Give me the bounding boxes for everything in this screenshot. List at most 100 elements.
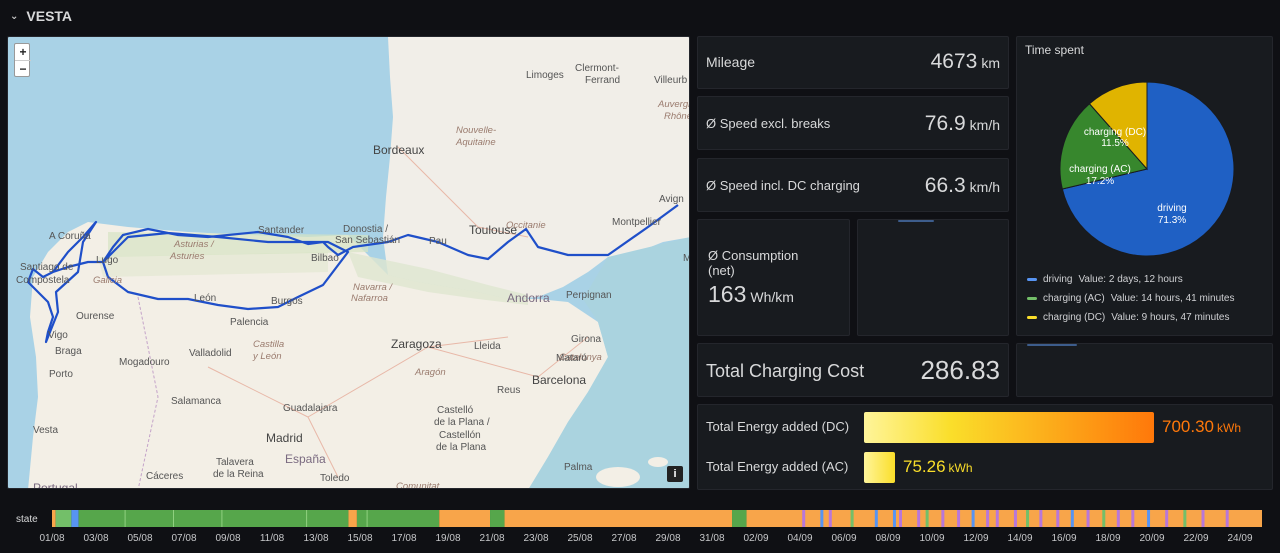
map-label: M — [683, 253, 689, 264]
timeline-segment[interactable] — [802, 510, 806, 527]
timeline-segment[interactable] — [899, 510, 902, 527]
timeline-tick: 21/08 — [479, 533, 505, 544]
island-mallorca — [596, 467, 640, 487]
consumption-panel[interactable]: Ø Consumption (net) 163 Wh/km — [697, 219, 850, 336]
timeline-tick: 06/09 — [831, 533, 857, 544]
time-spent-panel[interactable]: Time spent driving 71.3% charging (AC) 17.2… — [1016, 36, 1273, 336]
legend-item[interactable]: charging (DC) Value: 9 hours, 47 minutes — [1027, 312, 1229, 323]
map-label: Asturies — [170, 251, 205, 262]
zoom-in-button[interactable]: + — [15, 44, 31, 60]
info-icon[interactable]: i — [667, 466, 683, 482]
timeline-segment[interactable] — [439, 510, 491, 527]
timeline-segment[interactable] — [504, 510, 733, 527]
timeline-tick: 24/09 — [1227, 533, 1253, 544]
timeline-tick: 08/09 — [875, 533, 901, 544]
timeline-tick: 05/08 — [127, 533, 153, 544]
speed-excl-value: 76.9 km/h — [924, 112, 1000, 135]
timeline-segment[interactable] — [986, 510, 990, 527]
map-label: Limoges — [526, 70, 564, 81]
timeline-segment[interactable] — [874, 510, 878, 527]
legend-name: charging (AC) — [1043, 293, 1105, 304]
timeline-segment[interactable] — [366, 510, 368, 527]
timeline-segment[interactable] — [1102, 510, 1106, 527]
map-label: Auvergne- — [658, 99, 689, 110]
timeline-tick: 15/08 — [347, 533, 373, 544]
map-label: Braga — [55, 346, 82, 357]
zoom-control[interactable]: + − — [14, 43, 31, 77]
legend-swatch — [1027, 278, 1037, 281]
row-title: VESTA — [26, 8, 73, 24]
timeline-segment[interactable] — [490, 510, 505, 527]
timeline-segment[interactable] — [925, 510, 929, 527]
mileage-panel[interactable]: Mileage 4673 km — [697, 36, 1009, 89]
timeline-segment[interactable] — [1225, 510, 1229, 527]
timeline-tick: 20/09 — [1139, 533, 1165, 544]
map-label: Nafarroa — [351, 293, 388, 304]
timeline-segment[interactable] — [1147, 510, 1151, 527]
timeline-segment[interactable] — [892, 510, 896, 527]
timeline-segment[interactable] — [1086, 510, 1090, 527]
timeline-segment[interactable] — [850, 510, 854, 527]
timeline-segment[interactable] — [306, 510, 308, 527]
timeline-segment[interactable] — [917, 510, 921, 527]
timeline-segment[interactable] — [1165, 510, 1169, 527]
timeline-segment[interactable] — [828, 510, 832, 527]
speed-excl-panel[interactable]: Ø Speed excl. breaks 76.9 km/h — [697, 96, 1009, 150]
map-label: A Coruña — [49, 231, 91, 242]
time-spent-pie[interactable]: driving71.3%charging (AC)17.2%charging (… — [1017, 67, 1274, 287]
timeline-segment[interactable] — [52, 510, 56, 527]
map-label: Talavera — [216, 457, 254, 468]
timeline-segment[interactable] — [55, 510, 72, 527]
empty-small-panel[interactable] — [1016, 343, 1273, 397]
timeline-segment[interactable] — [1116, 510, 1120, 527]
timeline-segment[interactable] — [1056, 510, 1060, 527]
timeline-segment[interactable] — [1039, 510, 1043, 527]
timeline-segment[interactable] — [348, 510, 357, 527]
energy-dc-bar — [864, 412, 1154, 443]
map-label: Zaragoza — [391, 337, 442, 351]
timeline-segment[interactable] — [173, 510, 174, 527]
timeline-segment[interactable] — [820, 510, 824, 527]
speed-incl-panel[interactable]: Ø Speed incl. DC charging 66.3 km/h — [697, 158, 1009, 212]
map-label: Navarra / — [353, 282, 393, 293]
timeline-segment[interactable] — [1183, 510, 1187, 527]
timeline-tick: 17/08 — [391, 533, 417, 544]
timeline-segment[interactable] — [941, 510, 945, 527]
map-label: Nouvelle- — [456, 125, 497, 136]
legend-item[interactable]: driving Value: 2 days, 12 hours — [1027, 274, 1183, 285]
timeline-segment[interactable] — [732, 510, 747, 527]
row-header-vesta[interactable]: ⌄ VESTA — [10, 6, 72, 26]
timeline-segment[interactable] — [1070, 510, 1074, 527]
timeline-segment[interactable] — [995, 510, 999, 527]
empty-panel[interactable] — [857, 219, 1009, 336]
timeline-segment[interactable] — [356, 510, 440, 527]
timeline-tick: 29/08 — [655, 533, 681, 544]
charging-cost-panel[interactable]: Total Charging Cost 286.83 — [697, 343, 1009, 397]
map-label: Burgos — [271, 296, 303, 307]
legend-value: Value: 14 hours, 41 minutes — [1110, 293, 1235, 304]
map-label: Girona — [571, 334, 602, 345]
map-label: Perpignan — [566, 290, 612, 301]
map-label: Mataró — [556, 353, 588, 364]
timeline-segment[interactable] — [1013, 510, 1017, 527]
timeline-segment[interactable] — [78, 510, 349, 527]
timeline-segment[interactable] — [71, 510, 79, 527]
legend-name: charging (DC) — [1043, 312, 1106, 323]
state-timeline[interactable] — [52, 510, 1262, 527]
energy-panel[interactable]: Total Energy added (DC) 700.30 kWh Total … — [697, 404, 1273, 490]
timeline-segment[interactable] — [1026, 510, 1030, 527]
timeline-segment[interactable] — [1201, 510, 1205, 527]
timeline-segment[interactable] — [1131, 510, 1135, 527]
zoom-out-button[interactable]: − — [15, 60, 31, 76]
map-label: Aragón — [415, 367, 446, 378]
map-label: Clermont- — [575, 63, 619, 74]
timeline-segment[interactable] — [221, 510, 223, 527]
legend-item[interactable]: charging (AC) Value: 14 hours, 41 minutes — [1027, 293, 1234, 304]
map-panel[interactable]: Limoges Clermont-Ferrand Villeurb Auvergne-… — [7, 36, 690, 489]
speed-excl-title: Ø Speed excl. breaks — [706, 116, 831, 131]
timeline-segment[interactable] — [971, 510, 975, 527]
timeline-segment[interactable] — [124, 510, 126, 527]
timeline-tick: 09/08 — [215, 533, 241, 544]
timeline-segment[interactable] — [957, 510, 961, 527]
pie-label-percent: 11.5% — [1101, 138, 1129, 149]
